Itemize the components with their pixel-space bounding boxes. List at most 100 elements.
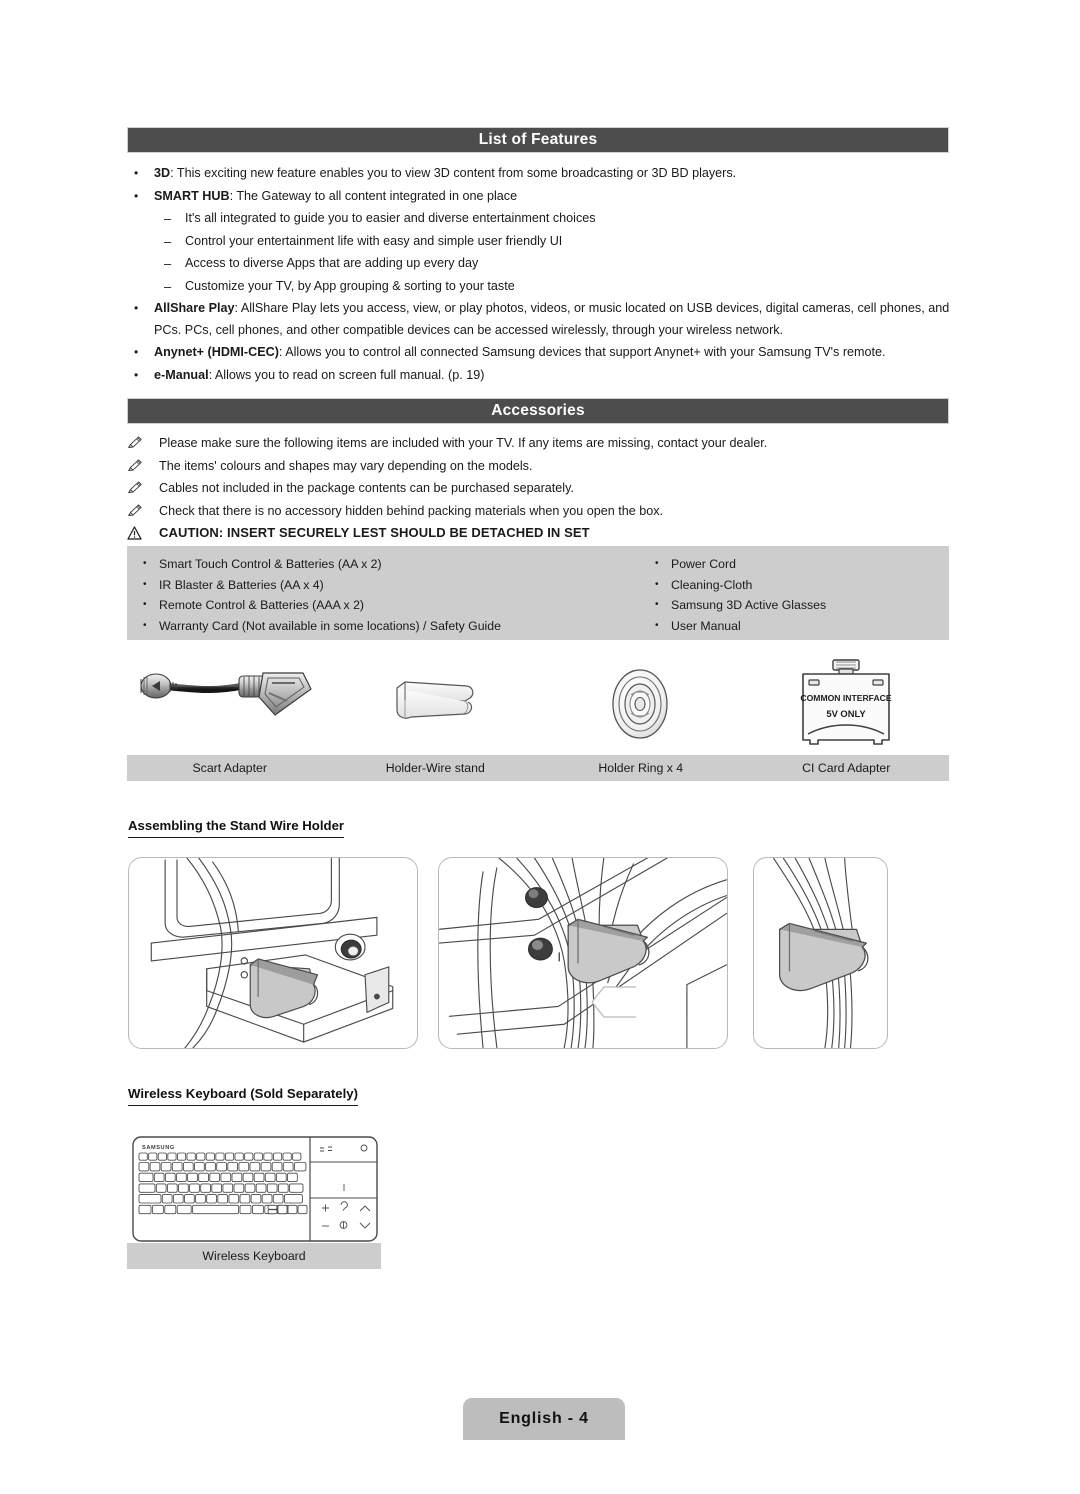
feature-item-text: 3D: This exciting new feature enables yo… xyxy=(154,166,737,180)
page-number-badge: English - 4 xyxy=(463,1398,625,1440)
holder-wire-stand-icon xyxy=(395,681,473,719)
keyboard-key xyxy=(138,1183,156,1193)
keyboard-key xyxy=(239,1204,252,1215)
keyboard-key xyxy=(239,1194,251,1204)
keyboard-key xyxy=(242,1172,254,1183)
heading-wireless-keyboard: Wireless Keyboard (Sold Separately) xyxy=(128,1086,359,1106)
keyboard-key xyxy=(253,1172,265,1183)
keyboard-key xyxy=(189,1183,200,1193)
keyboard-key xyxy=(184,1194,195,1204)
feature-item-text: e-Manual: Allows you to read on screen f… xyxy=(154,367,485,382)
accessory-caption-row: Scart Adapter Holder-Wire stand Holder Rin… xyxy=(127,755,949,781)
accessories-column-right: • Power Cord • Cleaning-Cloth • Samsung 3D Ac… xyxy=(649,554,939,636)
caution-text: CAUTION: INSERT SECURELY LEST SHOULD BE … xyxy=(159,525,590,541)
accessory-note-text: Check that there is no accessory hidden … xyxy=(159,503,664,518)
assembly-step-2-illustration xyxy=(438,857,728,1049)
accessory-note-text: The items' colours and shapes may vary d… xyxy=(159,458,533,473)
keyboard-key xyxy=(148,1152,158,1161)
keyboard-key xyxy=(271,1162,283,1172)
feature-sub-item: – Control your entertainment life with ea… xyxy=(127,231,955,253)
accessory-note-text: Please make sure the following items are… xyxy=(159,436,768,450)
keyboard-key xyxy=(222,1183,234,1193)
dash-marker-icon: – xyxy=(164,278,172,294)
warning-triangle-icon xyxy=(127,522,159,540)
bullet-marker-icon: • xyxy=(655,578,659,590)
assembly-figure-group xyxy=(128,857,950,1049)
accessory-note-text: Cables not included in the package conte… xyxy=(159,481,574,496)
tv-stand-rear-diagram xyxy=(150,858,394,1048)
section-header-accessories: Accessories xyxy=(127,398,949,424)
wireless-keyboard-caption: Wireless Keyboard xyxy=(127,1243,381,1269)
ci-card-label-line1: COMMON INTERFACE xyxy=(800,693,891,703)
keyboard-key xyxy=(289,1183,304,1193)
keyboard-key xyxy=(157,1152,167,1161)
accessory-checklist-item: • Samsung 3D Active Glasses xyxy=(649,595,939,616)
keyboard-key xyxy=(275,1172,287,1183)
pencil-note-icon xyxy=(127,455,159,473)
keyboard-key xyxy=(206,1194,217,1204)
keyboard-key xyxy=(234,1152,244,1161)
accessory-checklist-item: • Cleaning-Cloth xyxy=(649,575,939,596)
keyboard-key xyxy=(138,1172,154,1183)
keyboard-key xyxy=(186,1152,196,1161)
accessory-checklist-item-text: IR Blaster & Batteries (AA x 4) xyxy=(159,577,324,592)
keyboard-key xyxy=(266,1183,278,1193)
bullet-marker-icon: • xyxy=(143,558,147,569)
accessory-note-row: Cables not included in the package conte… xyxy=(127,477,955,500)
keyboard-key xyxy=(272,1152,283,1161)
keyboard-key xyxy=(224,1152,235,1161)
keyboard-key xyxy=(149,1162,161,1172)
ci-card-label-line2: 5V ONLY xyxy=(826,708,866,719)
keyboard-key xyxy=(253,1152,263,1161)
keyboard-key xyxy=(164,1172,176,1183)
keyboard-key xyxy=(287,1172,298,1183)
accessory-checklist-item-text: Remote Control & Batteries (AAA x 2) xyxy=(159,598,365,613)
keyboard-key xyxy=(196,1152,206,1161)
accessory-figure-caption: Holder-Wire stand xyxy=(385,761,485,775)
heading-assembling-stand-wire-holder: Assembling the Stand Wire Holder xyxy=(128,818,345,838)
bullet-marker-icon: • xyxy=(143,619,147,631)
feature-item-text: Control your entertainment life with eas… xyxy=(185,233,563,248)
feature-item-term: e-Manual xyxy=(154,367,209,382)
wireless-keyboard-illustration: SAMSUNG xyxy=(132,1136,378,1242)
pencil-note-icon xyxy=(127,477,159,495)
pencil-note-icon xyxy=(127,500,159,518)
bullet-marker-icon: • xyxy=(134,345,139,359)
cable-bundle-clip-diagram xyxy=(439,858,727,1048)
keyboard-key xyxy=(287,1204,298,1215)
keyboard-key xyxy=(220,1172,232,1183)
accessory-figure-caption: CI Card Adapter xyxy=(802,761,891,775)
accessory-checklist-item-text: Samsung 3D Active Glasses xyxy=(671,598,827,613)
keyboard-key xyxy=(277,1183,289,1193)
keyboard-key xyxy=(205,1162,216,1172)
keyboard-key xyxy=(182,1162,194,1172)
accessory-checklist-item-text: Cleaning-Cloth xyxy=(671,577,753,592)
keyboard-key xyxy=(176,1204,192,1215)
keyboard-key xyxy=(217,1194,229,1204)
figure-cell-ci-card-adapter: COMMON INTERFACE 5V ONLY xyxy=(742,655,949,753)
assembly-step-1-illustration xyxy=(128,857,418,1049)
accessory-figure-caption: Holder Ring x 4 xyxy=(598,761,684,775)
assembly-step-3-illustration xyxy=(753,857,888,1049)
keyboard-key xyxy=(282,1162,294,1172)
feature-item: • e-Manual: Allows you to read on screen … xyxy=(127,365,955,387)
pencil-note-icon xyxy=(127,432,159,450)
keyboard-key xyxy=(228,1194,240,1204)
accessory-checklist-item: • Remote Control & Batteries (AAA x 2) xyxy=(137,595,637,616)
figure-cell-scart-adapter xyxy=(127,655,332,753)
accessories-notes-list: Please make sure the following items are… xyxy=(127,432,955,545)
keyboard-key xyxy=(267,1209,278,1215)
bullet-marker-icon: • xyxy=(655,599,659,611)
section-header-list-of-features: List of Features xyxy=(127,127,949,153)
cable-clip-closeup-diagram xyxy=(773,858,869,1048)
dash-marker-icon: – xyxy=(164,256,172,271)
keyboard-key xyxy=(138,1204,152,1215)
feature-item-term: AllShare Play xyxy=(154,301,235,315)
accessories-column-left: • Smart Touch Control & Batteries (AA x 2… xyxy=(137,554,637,636)
ci-card-adapter-icon: COMMON INTERFACE 5V ONLY xyxy=(800,659,891,745)
keyboard-brand-label: SAMSUNG xyxy=(142,1145,175,1151)
keyboard-key xyxy=(198,1172,209,1183)
keyboard-key xyxy=(205,1152,215,1161)
keyboard-key xyxy=(293,1162,307,1172)
keyboard-key xyxy=(272,1194,284,1204)
